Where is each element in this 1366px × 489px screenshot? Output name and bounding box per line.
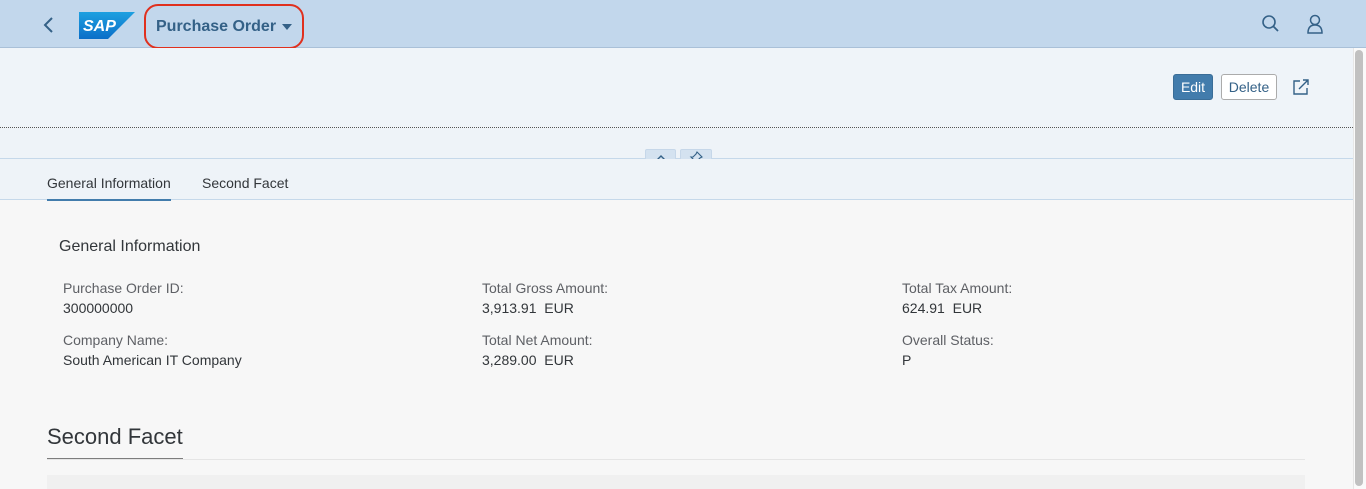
second-facet-content xyxy=(47,475,1305,489)
field-label-company: Company Name: xyxy=(63,332,169,348)
share-button[interactable] xyxy=(1291,77,1311,97)
back-icon xyxy=(43,17,53,33)
user-button[interactable] xyxy=(1303,12,1327,36)
svg-text:SAP: SAP xyxy=(83,18,116,35)
delete-button[interactable]: Delete xyxy=(1221,74,1277,100)
tab-second-facet[interactable]: Second Facet xyxy=(202,175,288,199)
section-title-second-facet: Second Facet xyxy=(47,424,183,460)
field-label-status: Overall Status: xyxy=(902,332,994,348)
app-title-menu[interactable]: Purchase Order xyxy=(144,4,304,49)
share-icon xyxy=(1293,79,1309,95)
sap-logo[interactable]: SAP xyxy=(79,12,135,39)
field-label-net: Total Net Amount: xyxy=(482,332,593,348)
field-value-status: P xyxy=(902,352,912,368)
search-icon xyxy=(1262,15,1279,32)
user-icon xyxy=(1307,14,1323,34)
field-value-gross: 3,913.91 EUR xyxy=(482,300,574,316)
field-label-po-id: Purchase Order ID: xyxy=(63,280,184,296)
search-button[interactable] xyxy=(1259,12,1283,36)
field-value-net: 3,289.00 EUR xyxy=(482,352,574,368)
tab-general-information[interactable]: General Information xyxy=(47,175,171,201)
header-collapse-strip xyxy=(0,128,1353,159)
app-title: Purchase Order xyxy=(156,17,277,35)
object-header xyxy=(0,48,1353,128)
edit-button[interactable]: Edit xyxy=(1173,74,1213,100)
back-button[interactable] xyxy=(36,12,62,38)
field-label-gross: Total Gross Amount: xyxy=(482,280,609,296)
chevron-down-icon xyxy=(282,23,293,30)
field-value-po-id: 300000000 xyxy=(63,300,134,316)
field-label-tax: Total Tax Amount: xyxy=(902,280,1013,296)
field-value-tax: 624.91 EUR xyxy=(902,300,983,316)
scrollbar-thumb[interactable] xyxy=(1355,50,1363,486)
section-title-general: General Information xyxy=(59,238,201,255)
field-value-company: South American IT Company xyxy=(63,352,242,368)
divider xyxy=(47,459,1305,460)
